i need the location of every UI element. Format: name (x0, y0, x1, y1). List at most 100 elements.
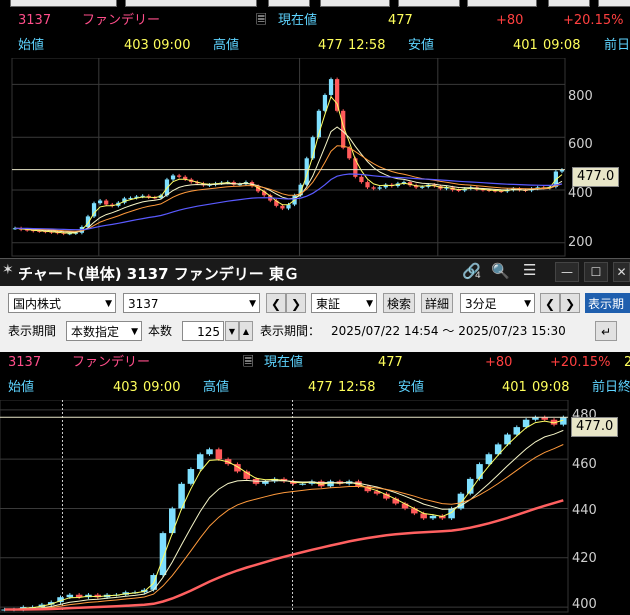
y-tick-label: 400 (568, 186, 593, 201)
current-price: 477 (378, 355, 403, 370)
low-label: 安値 (398, 380, 425, 395)
triangle-down-icon: ▼ (228, 327, 236, 336)
window-title-bar[interactable]: ✶ チャート(単体) 3137 ファンデリー 東Ｇ 🔗 4 🔍 ☰ — ☐ ✕ (0, 258, 630, 286)
period-mode-select[interactable]: 本数指定 ▼ (66, 321, 142, 341)
candle-body (299, 483, 306, 485)
y-tick-label: 600 (568, 137, 593, 152)
chevron-right-icon: ❯ (564, 297, 576, 311)
prev-close-label: 前日 (604, 38, 630, 53)
open-time: 09:00 (143, 380, 181, 395)
exchange-select[interactable]: 東証 ▼ (311, 293, 377, 313)
period-label: 表示期間 (8, 324, 57, 338)
code-select[interactable]: 3137 ▼ (123, 293, 260, 313)
high-label: 高値 (203, 380, 230, 395)
bottom-quote-row-1: 3137 ファンデリー 🗏 現在値 477 +80 +20.15% 2 (0, 354, 630, 378)
high-value: 477 (318, 38, 343, 53)
range-value: 2025/07/22 14:54 ～ 2025/07/23 15:30 (331, 324, 566, 338)
exchange-select-value: 東証 (316, 297, 341, 311)
low-value: 401 (502, 380, 527, 395)
top-price-chart[interactable] (0, 58, 630, 258)
ma-short-line (14, 95, 563, 234)
candle-body (196, 454, 204, 470)
candle-body (215, 449, 223, 460)
top-input-stub (10, 0, 117, 7)
count-down-button[interactable]: ▼ (225, 321, 239, 341)
maximize-button[interactable]: ☐ (584, 262, 608, 282)
current-price-tag: 477.0 (571, 417, 619, 437)
y-tick-label: 460 (572, 457, 597, 472)
minimize-button[interactable]: — (555, 262, 579, 282)
chevron-down-icon: ▼ (524, 299, 531, 309)
price-change-pct: +20.15% (550, 355, 611, 370)
price-change-pct: +20.15% (563, 13, 624, 28)
current-price-label: 現在値 (264, 355, 304, 370)
chart-toolbar: 国内株式 ▼ 3137 ▼ ❮ ❯ 東証 ▼ 検索 詳細 3分足 ▼ ❮ ❯ 表… (0, 286, 630, 352)
bottom-price-chart[interactable] (0, 400, 630, 615)
prev-interval-button[interactable]: ❮ (540, 293, 560, 313)
low-time: 09:08 (532, 380, 570, 395)
open-label: 始値 (8, 380, 35, 395)
count-up-button[interactable]: ▲ (239, 321, 253, 341)
y-tick-label: 200 (568, 235, 593, 250)
maximize-icon: ☐ (590, 265, 602, 279)
close-button[interactable]: ✕ (613, 262, 630, 282)
candle-body (280, 205, 285, 209)
menu-icon[interactable]: ☰ (523, 261, 536, 279)
candle-body (176, 175, 182, 177)
chevron-down-icon: ▼ (131, 327, 138, 337)
prev-code-button[interactable]: ❮ (266, 293, 286, 313)
top-input-stub (320, 0, 390, 7)
stock-code: 3137 (8, 355, 42, 370)
market-select[interactable]: 国内株式 ▼ (8, 293, 116, 313)
candle-body (104, 200, 109, 205)
high-label: 高値 (213, 38, 240, 53)
pin-icon[interactable]: ✶ (2, 262, 14, 278)
high-time: 12:58 (348, 38, 386, 53)
candle-body (169, 508, 176, 534)
candle-body (97, 200, 103, 204)
detail-button[interactable]: 詳細 (421, 293, 453, 313)
refresh-button[interactable]: ↵ (595, 321, 617, 341)
open-label: 始値 (18, 38, 45, 53)
ma-long-line (15, 173, 563, 231)
open-value: 403 (124, 38, 149, 53)
candle-body (456, 190, 461, 191)
interval-select[interactable]: 3分足 ▼ (460, 293, 535, 313)
search-icon[interactable]: 🔍 (491, 262, 510, 280)
y-tick-label: 400 (572, 597, 597, 612)
code-select-value: 3137 (128, 297, 159, 311)
candle-body (347, 147, 352, 159)
display-period-button[interactable]: 表示期間 (585, 293, 630, 313)
candle-body (365, 182, 370, 188)
candle-body (411, 508, 418, 514)
next-interval-button[interactable]: ❯ (560, 293, 580, 313)
close-icon: ✕ (616, 265, 627, 279)
truncated-value: 2 (624, 355, 630, 370)
ma-white-line (14, 126, 563, 233)
top-input-stub (125, 0, 257, 7)
ma-short-line (4, 419, 564, 610)
candle-body (334, 79, 340, 111)
next-code-button[interactable]: ❯ (286, 293, 306, 313)
period-mode-value: 本数指定 (71, 325, 120, 339)
current-price: 477 (388, 13, 413, 28)
stock-name: ファンデリー (72, 355, 151, 370)
candle-body (170, 175, 176, 180)
y-tick-label: 420 (572, 551, 597, 566)
minimize-icon: — (561, 265, 573, 279)
window-title: チャート(単体) 3137 ファンデリー 東Ｇ (18, 265, 299, 283)
search-button[interactable]: 検索 (383, 293, 415, 313)
low-value: 401 (513, 38, 538, 53)
candle-body (377, 187, 382, 189)
price-change: +80 (496, 13, 524, 28)
chevron-right-icon: ❯ (290, 297, 302, 311)
plot-frame (0, 400, 569, 613)
document-icon: 🗏 (256, 13, 267, 28)
count-input[interactable]: 125 (182, 321, 224, 341)
candle-body (359, 176, 364, 183)
ma-white-line (4, 429, 564, 610)
interval-select-value: 3分足 (465, 297, 497, 311)
open-value: 403 (113, 380, 138, 395)
stock-name: ファンデリー (82, 13, 161, 28)
y-tick-label: 440 (572, 503, 597, 518)
